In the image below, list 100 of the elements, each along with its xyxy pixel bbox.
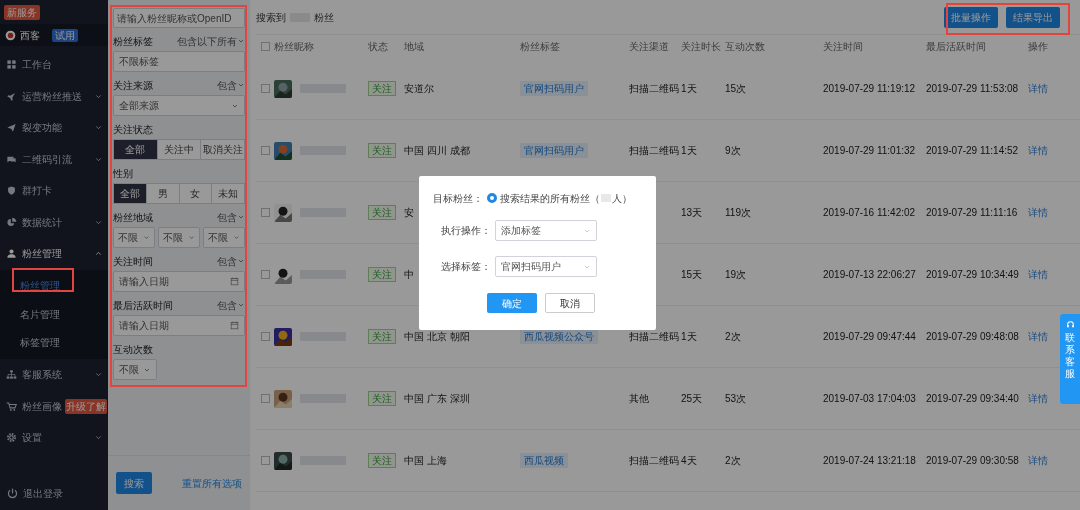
submenu-item[interactable]: 名片管理 [0,300,108,329]
table-cell-text: 中国 北京 朝阳 [404,330,471,344]
field-label: 目标粉丝： [433,191,484,206]
search-button[interactable]: 搜索 [116,472,152,494]
details-link[interactable]: 详情 [1028,267,1068,282]
table-cell-text: 4天 [681,454,698,468]
action-button[interactable]: 结果导出 [1006,6,1060,28]
details-link[interactable]: 详情 [1028,205,1068,220]
details-link[interactable]: 详情 [1028,143,1068,158]
select-dropdown[interactable]: 官网扫码用户 [495,256,597,277]
cancel-button[interactable]: 取消 [544,293,595,313]
segment-option[interactable]: 男 [146,184,180,203]
select-dropdown[interactable]: 不限 [113,227,155,248]
confirm-button[interactable]: 确定 [486,293,537,313]
sidebar-item[interactable]: 数据统计 [0,206,108,238]
table-cell-text: 2次 [725,330,742,344]
radio-label: 人） [612,191,632,206]
sidebar-item[interactable]: 群打卡 [0,175,108,207]
submenu-item[interactable]: 标签管理 [0,328,108,357]
column-header: 关注时长 [681,40,722,54]
table-cell-text: 2019-07-16 11:42:02 [823,206,917,220]
match-mode-dropdown[interactable]: 包含 [217,297,245,313]
segment-option[interactable]: 女 [179,184,213,203]
shield-icon [6,185,17,197]
status-tag: 关注 [368,329,396,344]
table-cell-text: 中国 广东 深圳 [404,392,471,406]
table-cell-text: 中国 四川 成都 [404,144,471,158]
status-tag: 关注 [368,267,396,282]
table-cell-text: 扫描二维码 [629,330,680,344]
chevron-icon [188,234,195,241]
filter-label: 最后活跃时间 [113,298,173,313]
checkbox[interactable] [261,270,270,279]
checkbox[interactable] [261,146,270,155]
table-cell-text: 119次 [725,206,752,220]
segment-option[interactable]: 全部 [114,184,147,203]
tag-chip: 官网扫码用户 [520,81,588,96]
tag-field[interactable]: 不限标签 [113,51,245,72]
select-dropdown[interactable]: 添加标签 [495,220,597,241]
table-cell-text: 19次 [725,268,748,282]
power-icon [6,486,19,500]
checkbox[interactable] [261,394,270,403]
select-dropdown[interactable]: 不限 [203,227,245,248]
sidebar-item[interactable]: 工作台 [0,49,108,81]
checkbox[interactable] [261,332,270,341]
segment-option[interactable]: 未知 [212,184,244,203]
sidebar-item[interactable]: 运营粉丝推送 [0,80,108,112]
cart-icon [6,400,17,412]
select-dropdown[interactable]: 不限 [158,227,200,248]
sidebar-item[interactable]: 粉丝管理 [0,238,108,270]
sidebar-item[interactable]: 二维码引流 [0,143,108,175]
sidebar-item[interactable]: 裂变功能 [0,112,108,144]
checkbox[interactable] [261,208,270,217]
sidebar-item[interactable]: 粉丝画像 升级了解 [0,390,108,422]
match-mode-dropdown[interactable]: 包含 [217,209,245,225]
table-cell-text: 2019-07-29 11:53:08 [926,82,1020,96]
segment-option[interactable]: 全部 [114,140,158,159]
chevron-icon [237,257,245,265]
chevron-icon [237,37,245,45]
contact-button[interactable]: 联系客服 [1060,314,1080,404]
table-cell-text: 2019-07-29 09:48:08 [926,330,1020,344]
tag-chip: 西瓜视频 [520,453,568,468]
column-header: 关注时间 [823,40,864,54]
logo-icon [5,29,16,41]
sidebar-item[interactable]: 设置 [0,422,108,454]
logout-button[interactable]: 退出登录 [0,476,108,510]
reset-link[interactable]: 重置所有选项 [182,475,242,491]
radio-button[interactable] [487,193,497,203]
match-mode-dropdown[interactable]: 包含以下所有 [177,33,245,49]
rocket-icon [6,90,17,102]
select-dropdown[interactable]: 全部来源 [113,95,245,116]
status-tag: 关注 [368,391,396,406]
checkbox[interactable] [261,84,270,93]
table-cell-text: 2019-07-03 17:04:03 [823,392,917,406]
sidebar-item[interactable]: 客服系统 [0,359,108,391]
checkbox[interactable] [261,456,270,465]
filter-label: 关注时间 [113,254,153,269]
table-cell-text: 2019-07-29 09:30:58 [926,454,1020,468]
action-button[interactable]: 批量操作 [944,6,998,28]
details-link[interactable]: 详情 [1028,453,1068,468]
column-header: 粉丝标签 [520,40,561,54]
submenu-item[interactable]: 粉丝管理 [0,271,108,300]
checkbox[interactable] [261,42,270,51]
details-link[interactable]: 详情 [1028,81,1068,96]
segment-option[interactable]: 关注中 [157,140,202,159]
table-cell-text: 53次 [725,392,748,406]
highlight-frame [12,268,74,292]
results-label: 粉丝 [314,10,334,25]
table-cell-text: 2019-07-29 11:01:32 [823,144,917,158]
segment-option[interactable]: 取消关注 [201,140,244,159]
match-mode-dropdown[interactable]: 包含 [217,77,245,93]
filter-label: 粉丝地域 [113,210,153,225]
date-field[interactable]: 请输入日期 [113,315,245,336]
search-field[interactable]: 请输入粉丝昵称或OpenID [113,8,245,28]
select-dropdown[interactable]: 不限 [113,359,157,380]
match-mode-dropdown[interactable]: 包含 [217,253,245,269]
column-header: 粉丝昵称 [274,40,315,54]
date-field[interactable]: 请输入日期 [113,271,245,292]
person-icon [6,248,17,260]
column-header: 最后活跃时间 [926,40,987,54]
table-cell-text: 9次 [725,144,742,158]
